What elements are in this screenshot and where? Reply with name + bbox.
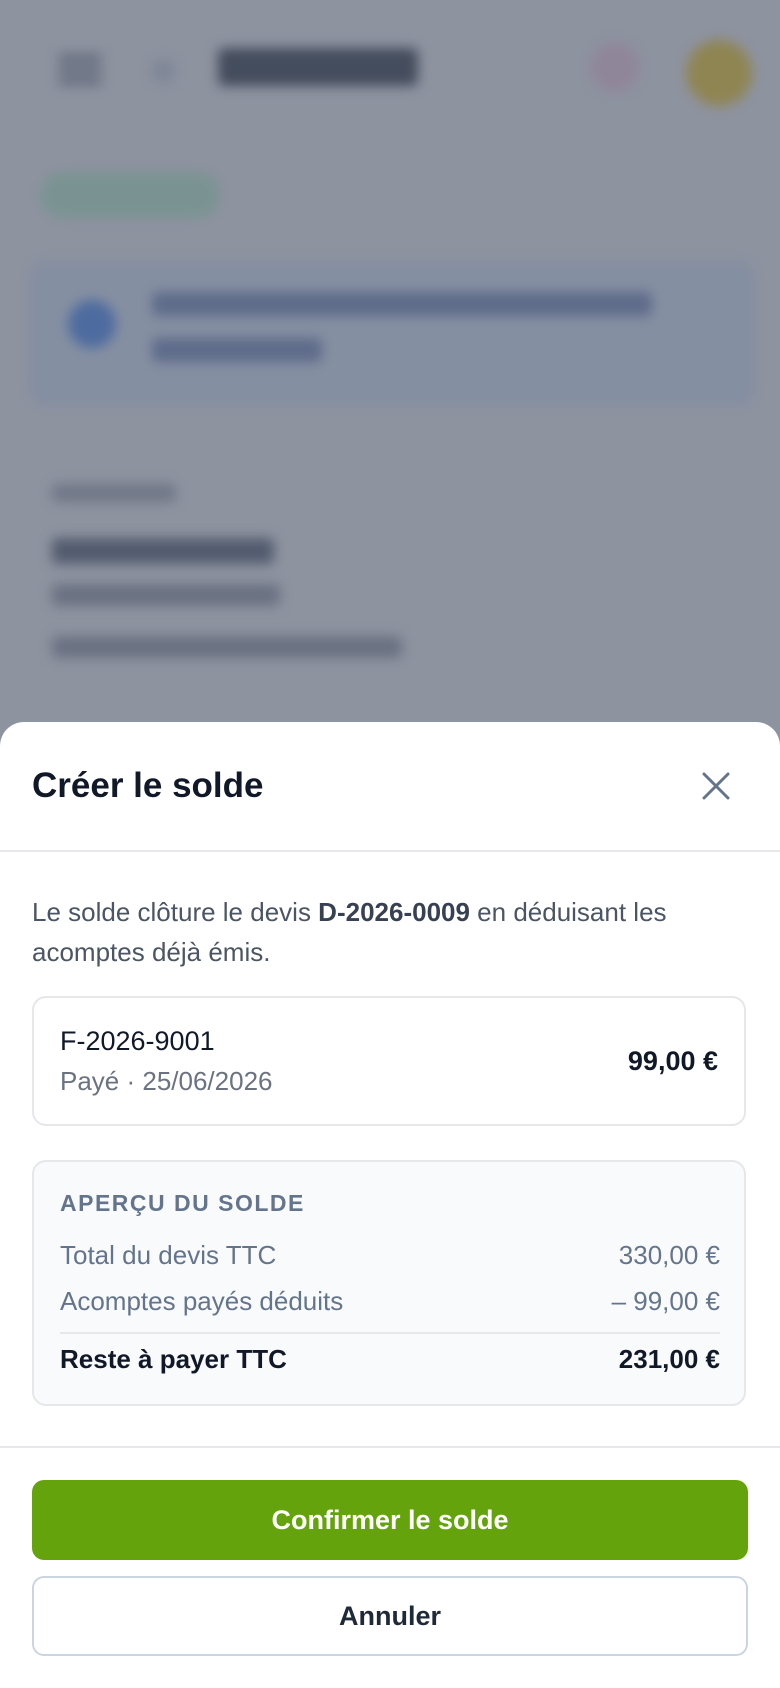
footer-divider — [0, 1446, 780, 1448]
close-icon — [702, 772, 730, 800]
balance-summary: APERÇU DU SOLDE Total du devis TTC 330,0… — [32, 1160, 746, 1406]
close-button[interactable] — [694, 764, 738, 808]
quote-number: D-2026-0009 — [318, 897, 470, 927]
summary-row-remaining: Reste à payer TTC 231,00 € — [60, 1344, 720, 1380]
sheet-description: Le solde clôture le devis D-2026-0009 en… — [32, 892, 748, 972]
sheet-title: Créer le solde — [32, 766, 264, 805]
cancel-button[interactable]: Annuler — [32, 1576, 748, 1656]
confirm-balance-button[interactable]: Confirmer le solde — [32, 1480, 748, 1560]
summary-divider — [60, 1332, 720, 1334]
description-text: Le solde clôture le devis — [32, 897, 319, 927]
invoice-card: F-2026-9001 Payé · 25/06/2026 99,00 € — [32, 996, 746, 1126]
summary-row-value: 330,00 € — [618, 1240, 720, 1270]
summary-row-deposits: Acomptes payés déduits – 99,00 € — [60, 1286, 720, 1322]
summary-row-value: – 99,00 € — [611, 1286, 720, 1316]
invoice-number: F-2026-9001 — [60, 1026, 215, 1056]
invoice-status: Payé · 25/06/2026 — [60, 1066, 273, 1096]
summary-row-quote-total: Total du devis TTC 330,00 € — [60, 1240, 720, 1276]
summary-row-label: Total du devis TTC — [60, 1240, 277, 1270]
sheet-header: Créer le solde — [0, 722, 780, 852]
summary-total-label: Reste à payer TTC — [60, 1344, 287, 1374]
bottom-sheet: Créer le solde Le solde clôture le devis… — [0, 722, 780, 1688]
summary-row-label: Acomptes payés déduits — [60, 1286, 344, 1316]
summary-total-value: 231,00 € — [618, 1344, 720, 1374]
invoice-amount: 99,00 € — [627, 1046, 718, 1076]
summary-heading: APERÇU DU SOLDE — [60, 1190, 305, 1216]
